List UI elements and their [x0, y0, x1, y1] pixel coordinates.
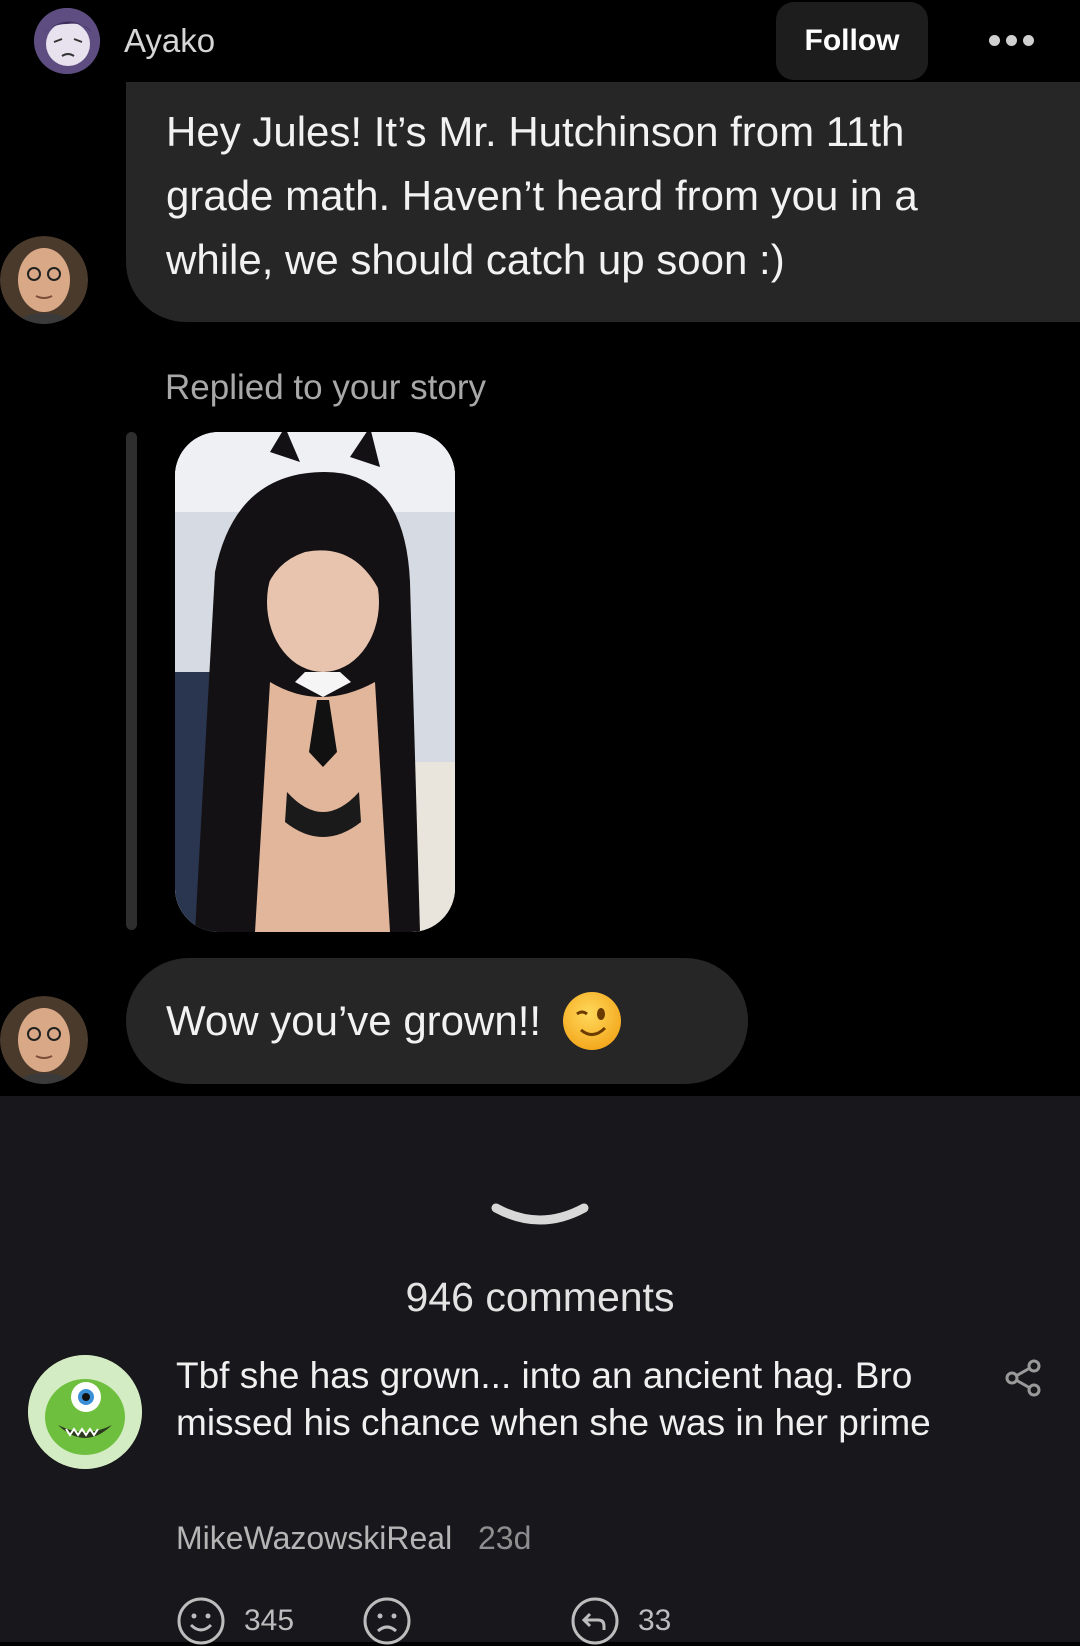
chevron-down-icon[interactable]: [490, 1198, 590, 1238]
story-reply-bar: [126, 432, 137, 930]
comment-author[interactable]: MikeWazowskiReal: [176, 1520, 452, 1557]
reply-count: 33: [638, 1604, 672, 1637]
reply-icon: [571, 1597, 619, 1645]
frown-icon: [363, 1597, 411, 1645]
downvote-button[interactable]: [362, 1596, 412, 1646]
sender-avatar: [0, 996, 88, 1084]
chat-message-bubble: Wow you’ve grown!!: [126, 958, 748, 1084]
comment-timestamp: 23d: [478, 1520, 532, 1556]
poster-username[interactable]: Ayako: [124, 22, 215, 60]
upvote-button[interactable]: 345: [176, 1596, 294, 1646]
commenter-avatar[interactable]: [28, 1355, 142, 1469]
story-thumbnail[interactable]: [175, 432, 455, 932]
reply-button[interactable]: 33: [570, 1596, 671, 1646]
more-dots-icon[interactable]: [980, 22, 1042, 58]
replied-to-story-label: Replied to your story: [165, 368, 486, 407]
chat-message-bubble: Hey Jules! It’s Mr. Hutchinson from 11th…: [126, 82, 1080, 322]
smile-icon: [177, 1597, 225, 1645]
follow-button[interactable]: Follow: [776, 2, 928, 80]
comment-count: 946 comments: [405, 1274, 675, 1320]
poster-avatar[interactable]: [34, 8, 100, 74]
share-icon[interactable]: [1004, 1358, 1044, 1398]
chat-message-text: Wow you’ve grown!!: [166, 997, 542, 1044]
winking-face-icon: [563, 992, 622, 1050]
post-header: Ayako Follow: [0, 0, 1080, 86]
sender-avatar: [0, 236, 88, 324]
comment-body: Tbf she has grown... into an ancient hag…: [176, 1355, 931, 1443]
upvote-count: 345: [244, 1604, 295, 1637]
